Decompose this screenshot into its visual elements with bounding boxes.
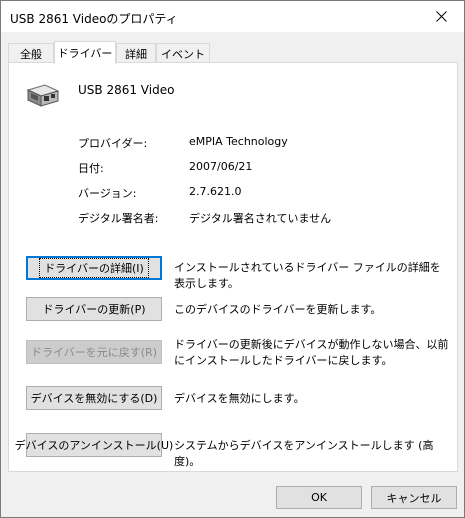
disable-device-button[interactable]: デバイスを無効にする(D) (26, 386, 162, 410)
close-button[interactable] (419, 1, 464, 32)
update-driver-description: このデバイスのドライバーを更新します。 (174, 303, 382, 316)
close-icon (436, 11, 447, 22)
version-label: バージョン: (78, 187, 137, 200)
signer-value: デジタル署名されていません (189, 212, 332, 225)
tab-details[interactable]: 詳細 (116, 43, 156, 63)
tab-driver[interactable]: ドライバー (54, 41, 116, 64)
provider-value: eMPIA Technology (189, 135, 288, 148)
tab-events[interactable]: イベント (156, 43, 210, 63)
roll-back-driver-button[interactable]: ドライバーを元に戻す(R) (26, 340, 162, 364)
signer-label: デジタル署名者: (78, 212, 159, 225)
title-bar: USB 2861 Videoのプロパティ (1, 1, 464, 32)
properties-dialog: USB 2861 Videoのプロパティ 全般 ドライバー 詳細 イベント US… (0, 0, 465, 518)
provider-label: プロバイダー: (78, 137, 148, 150)
update-driver-button[interactable]: ドライバーの更新(P) (26, 297, 162, 321)
driver-details-button[interactable]: ドライバーの詳細(I) (26, 256, 162, 280)
roll-back-driver-description: ドライバーの更新後にデバイスが動作しない場合、以前にインストールしたドライバーに… (174, 338, 449, 367)
cancel-button[interactable]: キャンセル (371, 486, 457, 509)
version-value: 2.7.621.0 (189, 185, 242, 198)
uninstall-device-button[interactable]: デバイスのアンインストール(U) (15, 433, 173, 457)
disable-device-description: デバイスを無効にします。 (174, 392, 305, 405)
usb-device-icon (26, 84, 60, 107)
ok-button[interactable]: OK (276, 486, 362, 509)
date-value: 2007/06/21 (189, 160, 253, 173)
device-name: USB 2861 Video (78, 83, 175, 97)
tab-general[interactable]: 全般 (8, 43, 54, 63)
date-label: 日付: (78, 162, 104, 175)
uninstall-device-description: システムからデバイスをアンインストールします (高度)。 (174, 439, 434, 468)
driver-tab-panel: USB 2861 Video プロバイダー: eMPIA Technology … (8, 62, 458, 472)
window-title: USB 2861 Videoのプロパティ (10, 12, 178, 26)
driver-details-description: インストールされているドライバー ファイルの詳細を表示します。 (174, 261, 441, 290)
